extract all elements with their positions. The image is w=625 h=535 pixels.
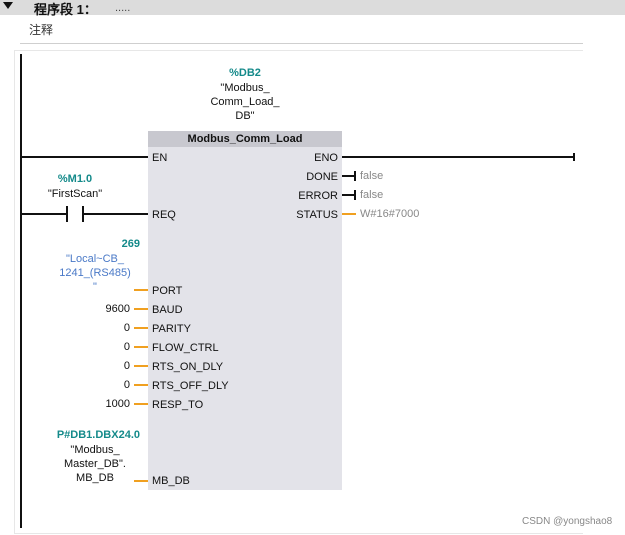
pin-done: DONE	[306, 171, 338, 183]
parity-value[interactable]: 0	[100, 322, 130, 334]
rts-on-dly-wire	[134, 365, 148, 367]
req-wire-left	[22, 213, 66, 215]
network-description[interactable]: .....	[115, 2, 130, 14]
flow-ctrl-wire	[134, 346, 148, 348]
pin-error: ERROR	[298, 190, 338, 202]
done-terminal	[354, 171, 356, 181]
instance-db-name-1[interactable]: "Modbus_	[195, 81, 295, 95]
mb-db-symbol-1[interactable]: "Modbus_	[45, 443, 145, 457]
rts-on-dly-value[interactable]: 0	[100, 360, 130, 372]
pin-port: PORT	[152, 285, 183, 297]
network-comment-row[interactable]	[20, 18, 583, 44]
pin-req: REQ	[152, 209, 176, 221]
resp-to-value[interactable]: 1000	[100, 398, 130, 410]
status-wire	[342, 213, 356, 215]
resp-to-wire	[134, 403, 148, 405]
pin-rts-on-dly: RTS_ON_DLY	[152, 361, 224, 373]
pin-en: EN	[152, 152, 168, 164]
done-value[interactable]: false	[360, 170, 383, 182]
function-block-title[interactable]: Modbus_Comm_Load	[148, 131, 342, 147]
watermark: CSDN @yongshao8	[522, 516, 613, 527]
pin-parity: PARITY	[152, 323, 191, 335]
baud-value[interactable]: 9600	[100, 303, 130, 315]
mb-db-wire	[134, 480, 148, 482]
req-contact-symbol[interactable]: "FirstScan"	[30, 187, 120, 201]
error-value[interactable]: false	[360, 189, 383, 201]
rts-off-dly-value[interactable]: 0	[100, 379, 130, 391]
pin-resp-to: RESP_TO	[152, 399, 204, 411]
port-value[interactable]: 269	[95, 238, 140, 250]
baud-wire	[134, 308, 148, 310]
status-value[interactable]: W#16#7000	[360, 208, 419, 220]
mb-db-symbol-3[interactable]: MB_DB	[45, 471, 145, 485]
en-wire	[22, 156, 148, 158]
eno-wire	[342, 156, 573, 158]
port-symbol-3[interactable]: "	[45, 280, 145, 294]
port-wire	[134, 289, 148, 291]
collapse-triangle-icon[interactable]	[3, 2, 13, 9]
error-wire	[342, 194, 354, 196]
instance-db-name-3[interactable]: DB"	[195, 109, 295, 123]
right-wire-end	[573, 153, 575, 161]
network-comment[interactable]: 注释	[29, 21, 53, 38]
instance-db-operand[interactable]: %DB2	[205, 67, 285, 79]
req-wire-right	[84, 213, 148, 215]
error-terminal	[354, 190, 356, 200]
done-wire	[342, 175, 354, 177]
pin-flow-ctrl: FLOW_CTRL	[152, 342, 219, 354]
left-power-rail	[20, 54, 22, 528]
no-contact-left-icon[interactable]	[66, 206, 68, 222]
pin-mb-db: MB_DB	[152, 475, 190, 487]
mb-db-operand[interactable]: P#DB1.DBX24.0	[40, 429, 140, 441]
port-symbol-2[interactable]: 1241_(RS485)	[45, 266, 145, 280]
instance-db-name-2[interactable]: Comm_Load_	[195, 95, 295, 109]
pin-rts-off-dly: RTS_OFF_DLY	[152, 380, 229, 392]
network-title: 程序段 1：	[34, 2, 97, 17]
parity-wire	[134, 327, 148, 329]
mb-db-symbol-2[interactable]: Master_DB".	[45, 457, 145, 471]
flow-ctrl-value[interactable]: 0	[100, 341, 130, 353]
pin-eno: ENO	[314, 152, 338, 164]
rts-off-dly-wire	[134, 384, 148, 386]
pin-status: STATUS	[296, 209, 338, 221]
pin-baud: BAUD	[152, 304, 183, 316]
req-contact-operand[interactable]: %M1.0	[40, 173, 110, 185]
port-symbol-1[interactable]: "Local~CB_	[45, 252, 145, 266]
